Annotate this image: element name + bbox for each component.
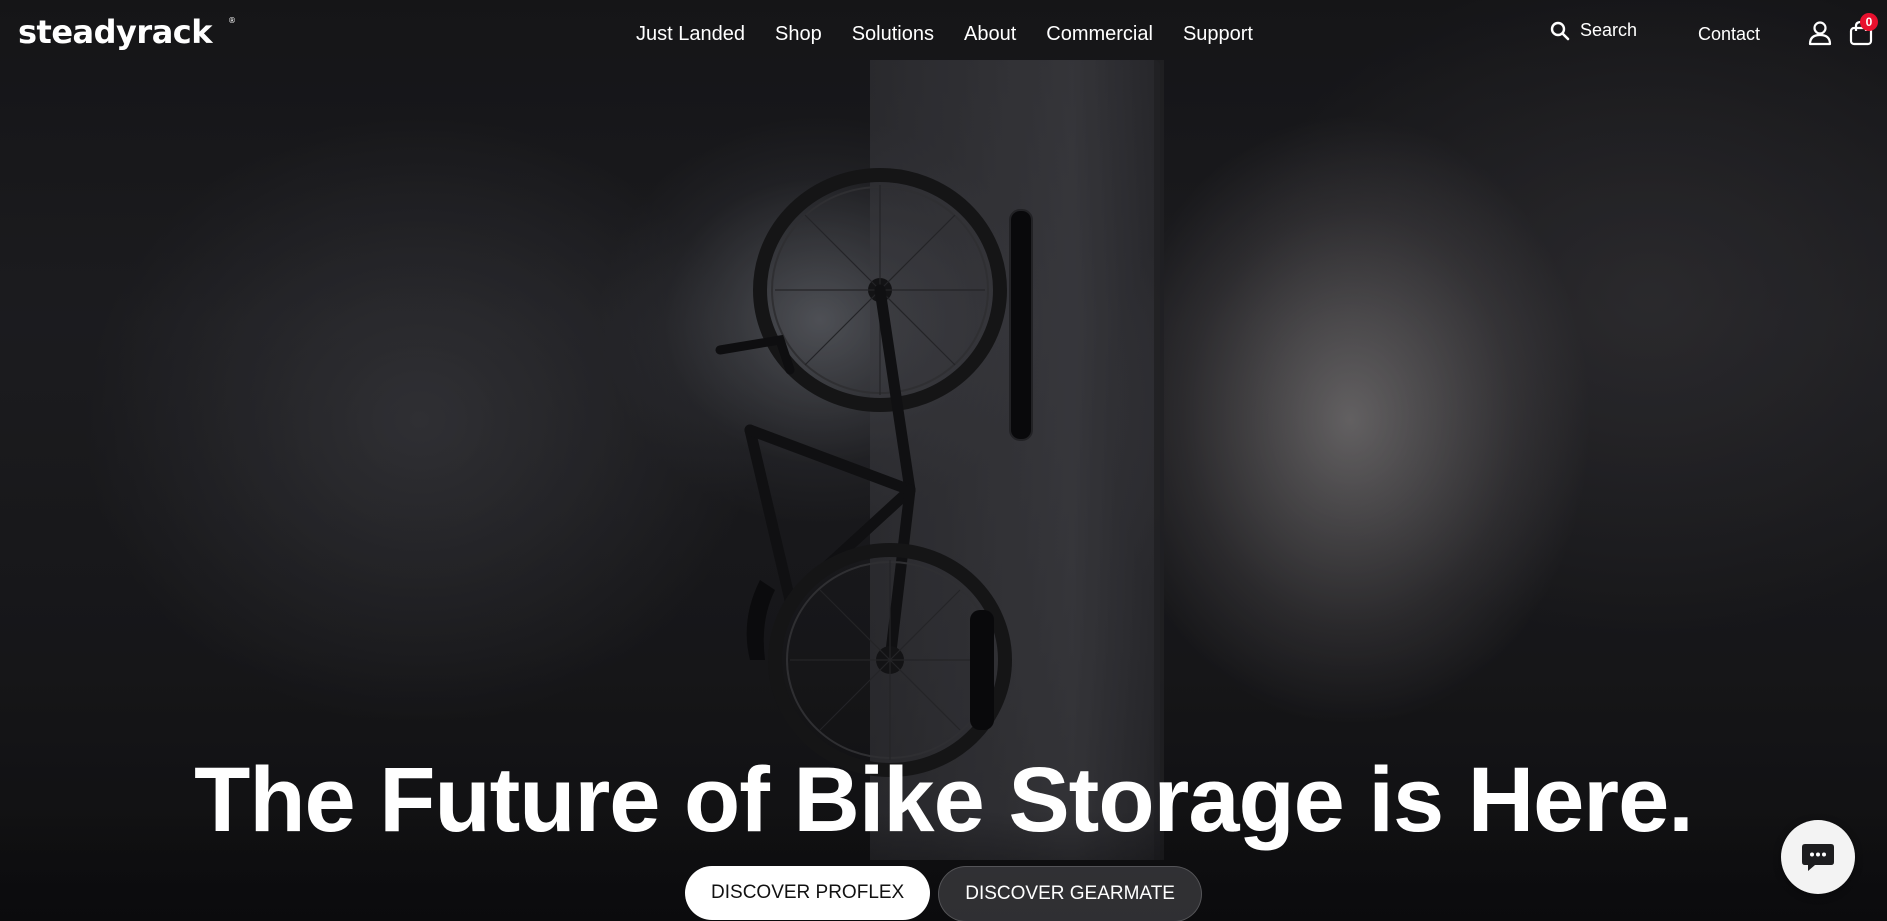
nav-item-about[interactable]: About xyxy=(964,20,1016,48)
discover-gearmate-button[interactable]: DISCOVER GEARMATE xyxy=(938,866,1202,921)
site-header: steadyrack ® Just Landed Shop Solutions … xyxy=(0,0,1887,68)
chat-launcher-button[interactable] xyxy=(1781,820,1855,894)
contact-link[interactable]: Contact xyxy=(1698,20,1760,48)
nav-item-just-landed[interactable]: Just Landed xyxy=(636,20,745,48)
main-nav: Just Landed Shop Solutions About Commerc… xyxy=(636,20,1283,48)
nav-item-shop[interactable]: Shop xyxy=(775,20,822,48)
logo[interactable]: steadyrack xyxy=(18,14,213,50)
nav-item-solutions[interactable]: Solutions xyxy=(852,20,934,48)
search-label: Search xyxy=(1580,20,1638,40)
account-button[interactable] xyxy=(1808,20,1832,51)
user-icon xyxy=(1808,21,1832,46)
search-icon xyxy=(1550,21,1570,40)
search-button[interactable]: Search xyxy=(1550,20,1637,41)
nav-item-commercial[interactable]: Commercial xyxy=(1046,20,1153,48)
hero-cta-group: DISCOVER PROFLEX DISCOVER GEARMATE xyxy=(0,866,1887,921)
discover-proflex-button[interactable]: DISCOVER PROFLEX xyxy=(685,866,931,920)
page: steadyrack ® Just Landed Shop Solutions … xyxy=(0,0,1887,921)
registered-mark: ® xyxy=(228,16,236,25)
hero-title: The Future of Bike Storage is Here. xyxy=(194,749,1694,851)
cart-count-badge: 0 xyxy=(1860,13,1878,31)
nav-item-support[interactable]: Support xyxy=(1183,20,1253,48)
chat-bubble-icon xyxy=(1802,844,1834,871)
